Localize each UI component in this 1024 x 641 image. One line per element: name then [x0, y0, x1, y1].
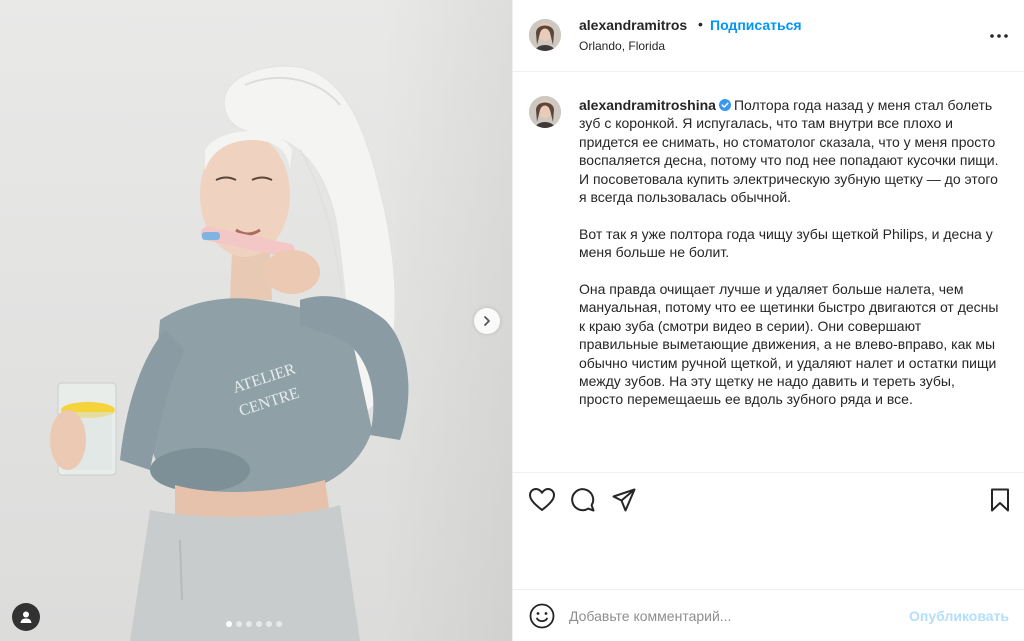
- follow-button[interactable]: Подписаться: [710, 17, 802, 33]
- user-tag-icon: [20, 611, 32, 623]
- comment-icon: [571, 488, 595, 512]
- add-comment-bar: Опубликовать: [513, 589, 1024, 641]
- header-separator: •: [698, 16, 703, 32]
- bookmark-icon: [991, 488, 1009, 512]
- tagged-users-button[interactable]: [12, 603, 40, 631]
- comment-button[interactable]: [570, 487, 596, 513]
- emoji-button[interactable]: [529, 603, 555, 629]
- next-slide-button[interactable]: [474, 308, 500, 334]
- publish-button[interactable]: Опубликовать: [909, 608, 1009, 624]
- caption-username[interactable]: alexandramitroshina: [579, 97, 716, 113]
- caption-text-1: Полтора года назад у меня стал болеть зу…: [579, 97, 999, 206]
- comment-input[interactable]: [569, 604, 899, 628]
- carousel-dot: [236, 621, 242, 627]
- author-avatar[interactable]: [529, 19, 561, 51]
- share-icon: [612, 488, 636, 512]
- carousel-dot: [246, 621, 252, 627]
- post-caption: alexandramitroshina Полтора года назад у …: [579, 96, 999, 427]
- post-header: alexandramitros • Подписаться Orlando, F…: [513, 0, 1024, 72]
- chevron-right-icon: [484, 316, 490, 326]
- carousel-dot: [266, 621, 272, 627]
- caption-text-2: Вот так я уже полтора года чищу зубы щет…: [579, 225, 993, 261]
- post-location[interactable]: Orlando, Florida: [579, 39, 665, 53]
- caption-author-avatar[interactable]: [529, 96, 561, 128]
- carousel-dot: [276, 621, 282, 627]
- like-button[interactable]: [529, 487, 555, 513]
- verified-badge-icon: [718, 99, 731, 111]
- emoji-icon: [529, 603, 555, 629]
- photo-illustration: ATELIER CENTRE: [50, 65, 409, 641]
- post-side-panel: alexandramitros • Подписаться Orlando, F…: [512, 0, 1024, 641]
- more-options-button[interactable]: [985, 22, 1013, 50]
- carousel-dot: [256, 621, 262, 627]
- carousel-dot: [226, 621, 232, 627]
- heart-icon: [529, 488, 555, 511]
- carousel-indicator: [226, 621, 282, 627]
- comments-section[interactable]: alexandramitroshina Полтора года назад у …: [513, 73, 1024, 473]
- avatar-image: [529, 96, 561, 128]
- share-button[interactable]: [611, 487, 637, 513]
- save-button[interactable]: [987, 487, 1013, 513]
- caption-paragraph: alexandramitroshina Полтора года назад у …: [579, 96, 999, 206]
- post-actions: [513, 475, 1024, 525]
- more-horizontal-icon: [990, 34, 1008, 38]
- avatar-image: [529, 19, 561, 51]
- post-photo[interactable]: ATELIER CENTRE: [0, 0, 512, 641]
- author-username[interactable]: alexandramitros: [579, 17, 687, 33]
- caption-text-3: Она правда очищает лучше и удаляет больш…: [579, 281, 999, 408]
